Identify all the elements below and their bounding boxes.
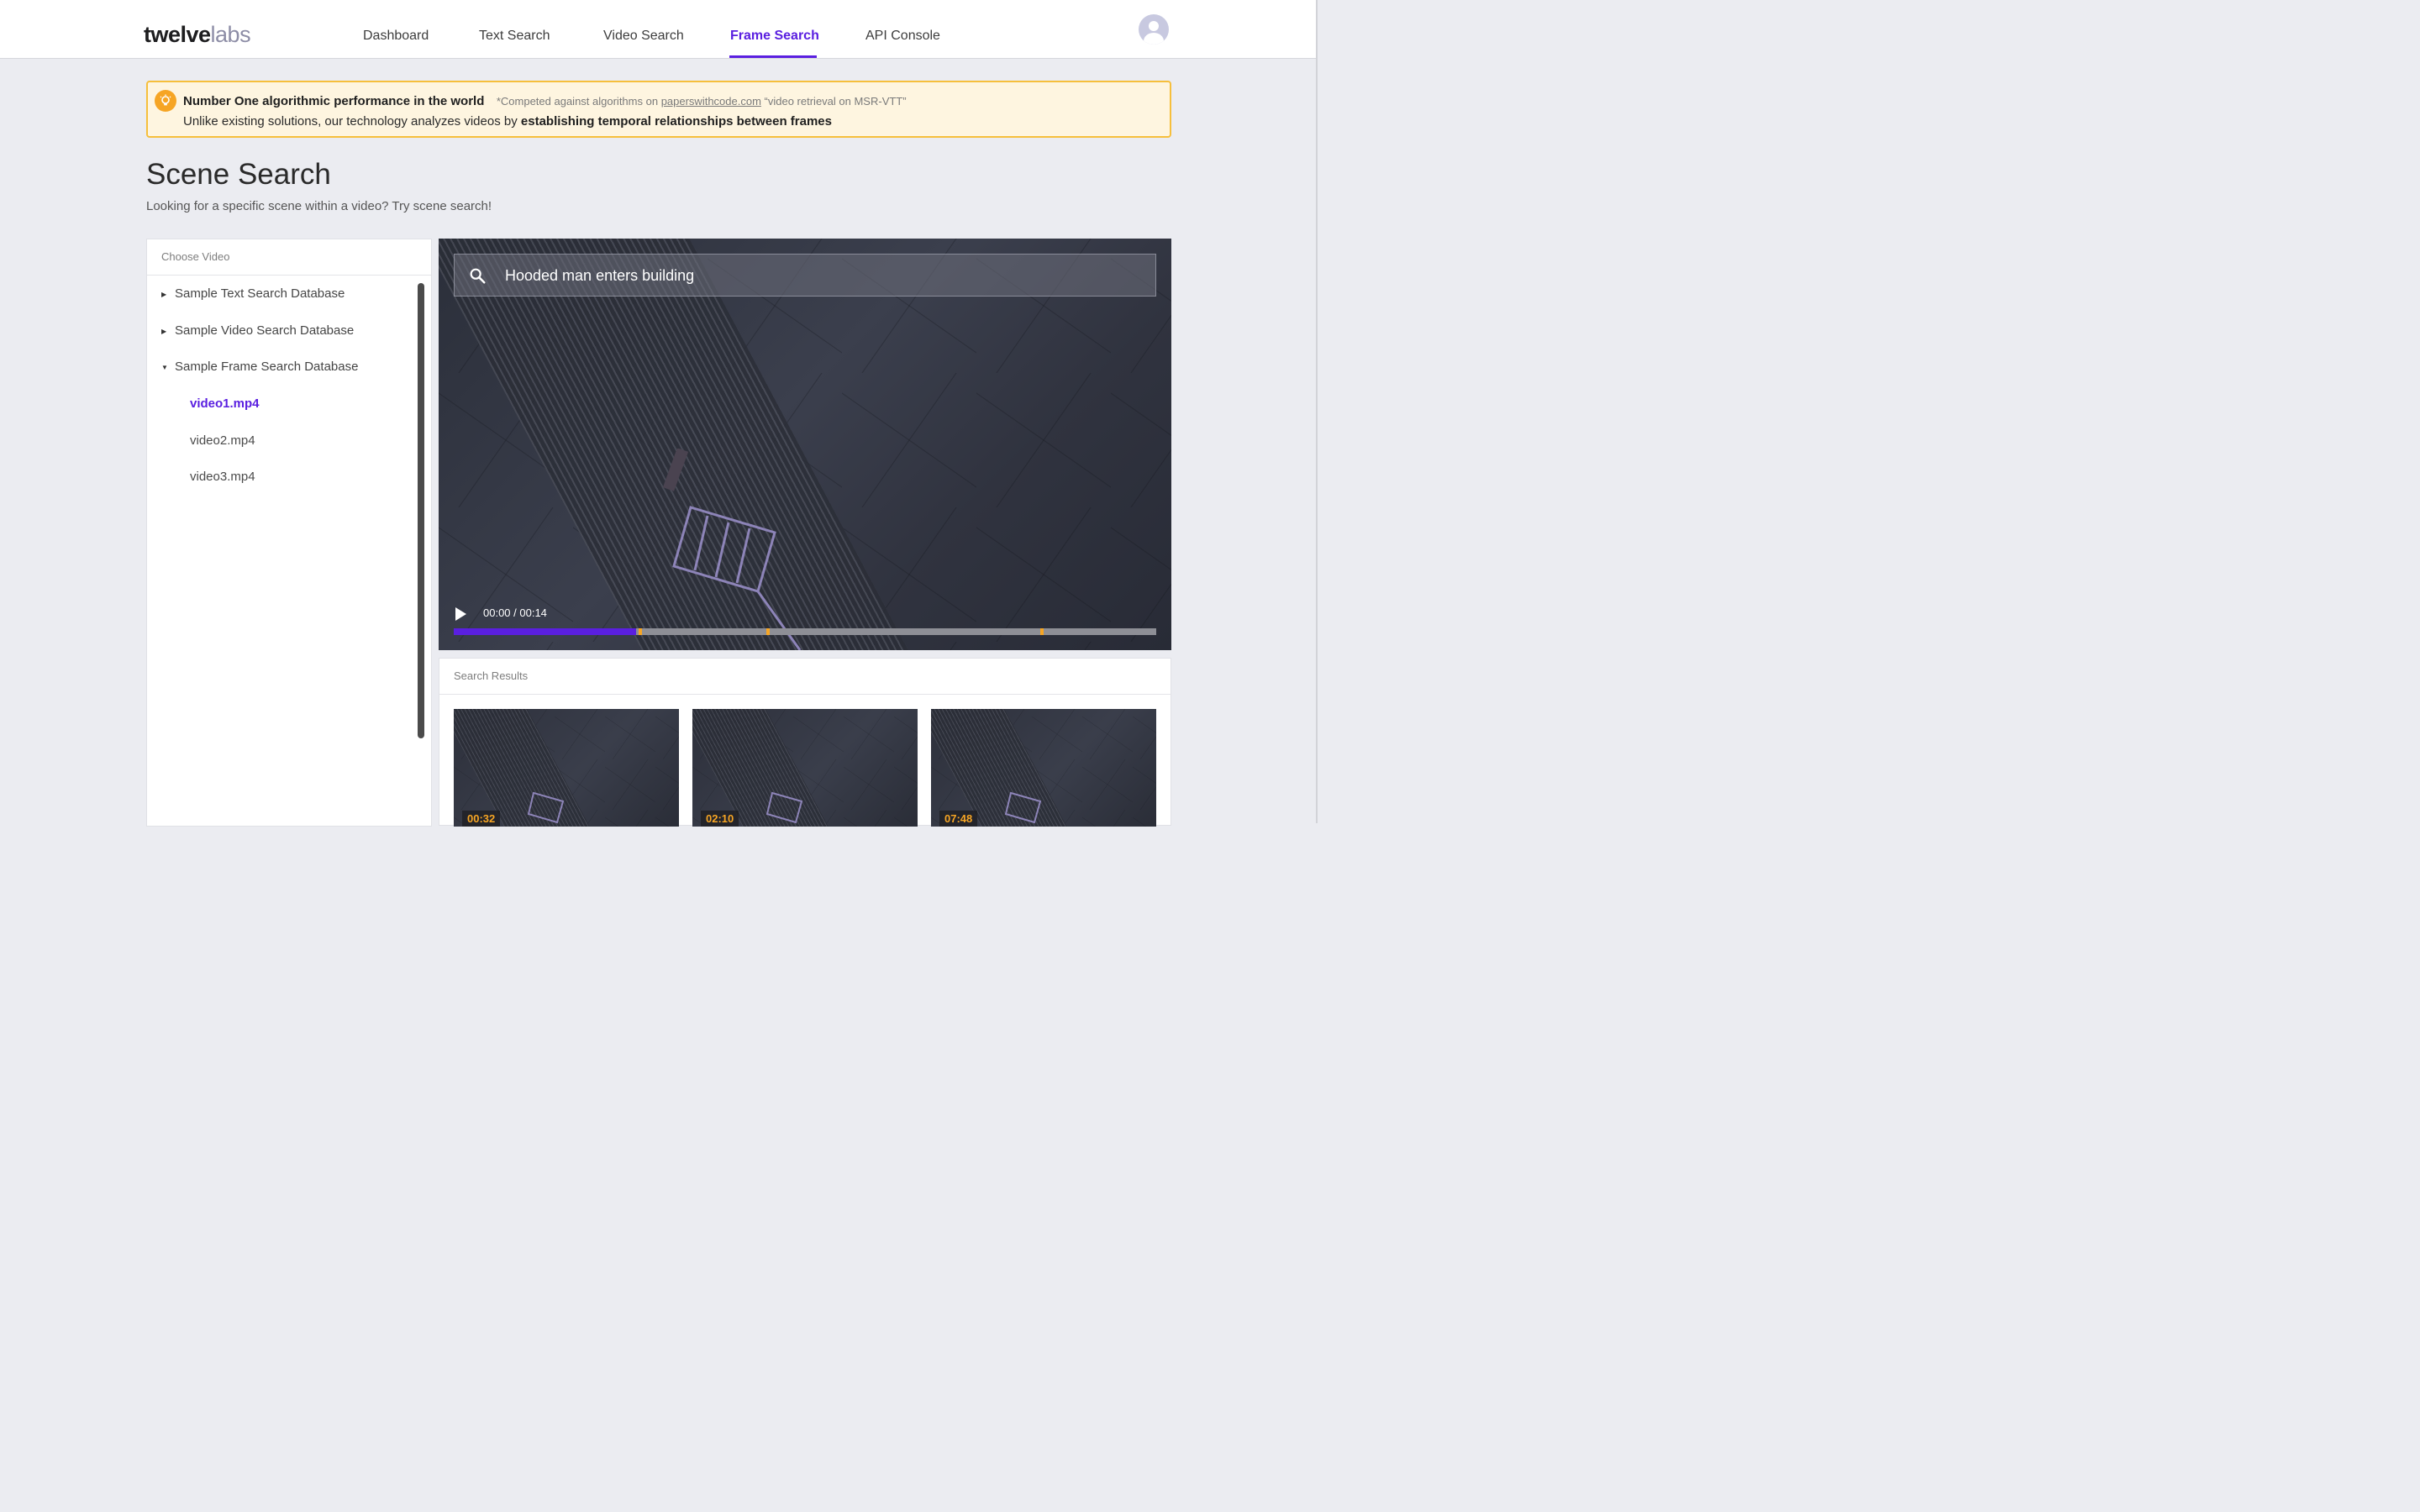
banner-body-prefix: Unlike existing solutions, our technolog… (183, 114, 521, 129)
thumbnail-cart (1004, 791, 1042, 824)
user-avatar[interactable] (1139, 14, 1169, 45)
file-item-video1[interactable]: video1.mp4 (190, 396, 260, 411)
nav-text-search[interactable]: Text Search (479, 29, 550, 44)
nav-frame-search[interactable]: Frame Search (730, 29, 819, 44)
nav-api-console[interactable]: API Console (865, 29, 940, 44)
video-progress-bar[interactable] (454, 628, 1156, 635)
play-icon[interactable] (454, 606, 467, 622)
database-item-frame-search[interactable]: ▼ Sample Frame Search Database (161, 360, 358, 374)
banner-headline: Number One algorithmic performance in th… (183, 94, 485, 108)
page-subtitle: Looking for a specific scene within a vi… (146, 199, 492, 213)
result-timestamp: 02:10 (701, 811, 739, 827)
database-label: Sample Video Search Database (175, 323, 355, 338)
database-label: Sample Text Search Database (175, 286, 345, 301)
search-icon[interactable] (468, 266, 487, 285)
playback-time: 00:00 / 00:14 (483, 606, 547, 619)
avatar-head (1149, 21, 1159, 31)
result-thumbnail-2[interactable]: 02:10 (692, 709, 918, 827)
active-tab-indicator (729, 55, 817, 58)
database-item-video-search[interactable]: ▶ Sample Video Search Database (161, 323, 354, 338)
result-thumbnail-1[interactable]: 00:32 (454, 709, 679, 827)
database-label: Sample Frame Search Database (175, 360, 359, 374)
result-timestamp: 07:48 (939, 811, 978, 827)
performance-banner: Number One algorithmic performance in th… (146, 81, 1171, 138)
database-item-text-search[interactable]: ▶ Sample Text Search Database (161, 286, 345, 301)
result-timestamp: 00:32 (462, 811, 501, 827)
search-query-input[interactable]: Hooded man enters building (505, 267, 694, 285)
avatar-shoulders (1144, 33, 1164, 45)
banner-note-prefix: *Competed against algorithms on (496, 95, 661, 108)
result-thumbnail-3[interactable]: 07:48 (931, 709, 1156, 827)
choose-video-header: Choose Video (147, 239, 431, 276)
file-item-video3[interactable]: video3.mp4 (190, 470, 255, 484)
result-marker-2[interactable] (766, 628, 771, 635)
thumbnail-cart (765, 791, 803, 824)
caret-down-icon: ▼ (161, 363, 168, 371)
list-scrollbar[interactable] (418, 283, 424, 738)
lightbulb-icon (155, 90, 176, 112)
paperswithcode-link[interactable]: paperswithcode.com (661, 95, 761, 108)
caret-right-icon: ▶ (161, 290, 167, 298)
banner-body-bold: establishing temporal relationships betw… (520, 114, 832, 129)
page-title: Scene Search (146, 158, 331, 191)
result-marker-3[interactable] (1040, 628, 1044, 635)
banner-note-suffix: “video retrieval on MSR-VTT” (760, 95, 907, 108)
nav-dashboard[interactable]: Dashboard (363, 29, 429, 44)
video-player[interactable]: Hooded man enters building 00:00 / 00:14 (439, 239, 1171, 650)
banner-second-line: Unlike existing solutions, our technolog… (183, 114, 832, 129)
file-item-video2[interactable]: video2.mp4 (190, 433, 255, 448)
choose-video-panel: Choose Video ▶ Sample Text Search Databas… (146, 239, 432, 827)
nav-video-search[interactable]: Video Search (603, 29, 684, 44)
logo-part-2: labs (210, 22, 251, 47)
caret-right-icon: ▶ (161, 327, 167, 335)
progress-fill (454, 628, 637, 635)
logo-part-1: twelve (144, 22, 211, 47)
page-scrollbar-edge (1316, 0, 1318, 823)
scene-search-bar[interactable]: Hooded man enters building (454, 254, 1156, 297)
search-results-header: Search Results (439, 659, 1171, 695)
twelvelabs-logo[interactable]: twelvelabs (144, 22, 251, 48)
banner-first-line: Number One algorithmic performance in th… (183, 94, 907, 109)
search-results-panel: Search Results 00:32 02:10 07:48 (439, 658, 1171, 827)
result-marker-1[interactable] (638, 628, 642, 635)
thumbnail-cart (527, 791, 565, 824)
video-frame-cart (662, 449, 802, 650)
banner-note: *Competed against algorithms on paperswi… (497, 95, 907, 108)
top-navigation-bar: twelvelabs Dashboard Text Search Video S… (0, 0, 1316, 59)
